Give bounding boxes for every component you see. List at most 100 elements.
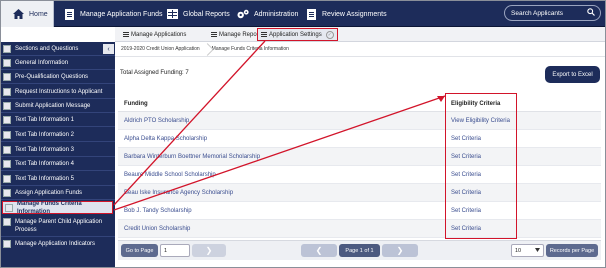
previous-page-arrow-icon[interactable]: ❮ [301, 244, 337, 257]
funding-name-link[interactable]: Alpha Delta Kappa Scholarship [124, 136, 207, 142]
nav-review-assignments[interactable]: Review Assignments [305, 1, 387, 27]
menu-icon [211, 32, 217, 37]
records-per-page-button[interactable]: Records per Page [546, 244, 598, 257]
sidebar-item-label: Text Tab Information 2 [15, 132, 74, 138]
sidebar-item-label: Assign Application Funds [15, 190, 83, 196]
sidebar-item-label: Request Instructions to Applicant [15, 89, 103, 95]
sidebar-item-manage-funds-criteria[interactable]: Manage Funds Criteria Information [2, 200, 113, 215]
column-header-funding[interactable]: Funding [124, 101, 148, 107]
menu-icon [261, 32, 267, 37]
funding-name-link[interactable]: Beau Iske Insurance Agency Scholarship [124, 190, 233, 196]
sidebar-item-label: Manage Parent Child Application Process [15, 219, 103, 233]
export-to-excel-button[interactable]: Export to Excel [545, 66, 600, 83]
nav-home-label: Home [29, 10, 48, 18]
divider [0, 236, 115, 237]
sidebar-item-text-tab-5[interactable]: Text Tab Information 5 [3, 175, 113, 183]
next-page-arrow-icon[interactable]: ❯ [382, 244, 418, 257]
table-header: Funding Eligibility Criteria [118, 96, 601, 112]
page-number-input[interactable]: 1 [160, 244, 190, 257]
funding-name-link[interactable]: Beaure Middle School Scholarship [124, 172, 216, 178]
search-input[interactable]: Search Applicants [504, 5, 601, 21]
checkbox-icon [3, 175, 11, 183]
sidebar-item-text-tab-2[interactable]: Text Tab Information 2 [3, 131, 113, 139]
table-row: Credit Union Scholarship Set Criteria [118, 220, 601, 238]
table-row: Barbara Winterburn Boettner Memorial Sch… [118, 148, 601, 166]
sidebar-item-label: Pre-Qualification Questions [15, 74, 89, 80]
sidebar-item-sections-and-questions[interactable]: Sections and Questions [3, 45, 113, 53]
nav-global-reports-label: Global Reports [183, 10, 230, 18]
funding-name-link[interactable]: Aldrich PTO Scholarship [124, 118, 189, 124]
checkbox-icon [3, 218, 11, 226]
next-page-arrow-icon[interactable]: ❯ [192, 244, 226, 257]
funding-name-link[interactable]: Bob J. Tandy Scholarship [124, 208, 192, 214]
divider [0, 55, 115, 56]
checkbox-icon [3, 146, 11, 154]
sidebar-item-label: Sections and Questions [15, 46, 79, 52]
sidebar-item-assign-application-funds[interactable]: Assign Application Funds [3, 189, 113, 197]
sidebar-item-text-tab-3[interactable]: Text Tab Information 3 [3, 146, 113, 154]
sidebar-item-label: Text Tab Information 3 [15, 147, 74, 153]
divider [0, 141, 115, 142]
checkbox-icon [3, 73, 11, 81]
subnav-application-settings[interactable]: Application Settings ✓ [257, 28, 338, 41]
subnav-application-settings-label: Application Settings [269, 31, 322, 38]
sidebar-item-label: Submit Application Message [15, 103, 91, 109]
table-row: Bob J. Tandy Scholarship Set Criteria [118, 202, 601, 220]
nav-home[interactable]: Home [1, 1, 54, 27]
checkbox-icon [3, 116, 11, 124]
subnav-manage-applications-label: Manage Applications [131, 31, 187, 38]
top-navigation: Home Manage Application Funds Global Rep… [0, 0, 606, 27]
subnav-manage-applications[interactable]: Manage Applications [123, 29, 186, 40]
check-circle-icon: ✓ [325, 30, 334, 39]
document-icon [63, 8, 75, 20]
table-row: Beau Iske Insurance Agency Scholarship S… [118, 184, 601, 202]
sidebar-item-pre-qualification-questions[interactable]: Pre-Qualification Questions [3, 73, 113, 81]
go-to-page-button[interactable]: Go to Page [121, 244, 158, 257]
breadcrumb-item[interactable]: 2019-2020 Credit Union Application [115, 42, 206, 57]
search-placeholder: Search Applicants [511, 9, 564, 17]
checkbox-icon [3, 59, 11, 67]
table-row: Aldrich PTO Scholarship View Eligibility… [118, 112, 601, 130]
menu-icon [123, 32, 129, 37]
total-assigned-funding: Total Assigned Funding: 7 [120, 70, 189, 76]
sidebar-item-manage-parent-child[interactable]: Manage Parent Child Application Process [3, 218, 113, 234]
funding-name-link[interactable]: Credit Union Scholarship [124, 226, 190, 232]
sidebar-item-submit-application-message[interactable]: Submit Application Message [3, 102, 113, 110]
sidebar-item-manage-application-indicators[interactable]: Manage Application Indicators [3, 240, 113, 248]
divider [0, 112, 115, 113]
gears-icon [237, 8, 249, 20]
table-row: Alpha Delta Kappa Scholarship Set Criter… [118, 130, 601, 148]
nav-review-assignments-label: Review Assignments [322, 10, 387, 18]
sidebar-item-label: Text Tab Information 1 [15, 117, 74, 123]
sidebar-item-text-tab-4[interactable]: Text Tab Information 4 [3, 160, 113, 168]
breadcrumb-label: 2019-2020 Credit Union Application [121, 46, 200, 52]
checkbox-icon [3, 160, 11, 168]
home-icon [12, 8, 24, 20]
sidebar-item-request-instructions[interactable]: Request Instructions to Applicant [3, 88, 113, 96]
checkbox-icon [3, 240, 11, 248]
grid-icon [166, 8, 178, 20]
sidebar-item-label: Manage Application Indicators [15, 241, 96, 247]
nav-manage-application-funds[interactable]: Manage Application Funds [63, 1, 163, 27]
sidebar-item-label: Text Tab Information 5 [15, 176, 74, 182]
sidebar-item-text-tab-1[interactable]: Text Tab Information 1 [3, 116, 113, 124]
divider [0, 83, 115, 84]
sidebar-item-label: General Information [15, 60, 69, 66]
records-per-page-select[interactable]: 10 [511, 244, 544, 257]
sidebar-item-general-information[interactable]: General Information [3, 59, 113, 67]
divider [0, 156, 115, 157]
nav-administration-label: Administration [254, 10, 299, 18]
nav-global-reports[interactable]: Global Reports [166, 1, 230, 27]
breadcrumb-item: Manage Funds Criteria Information [206, 42, 295, 57]
funding-name-link[interactable]: Barbara Winterburn Boettner Memorial Sch… [124, 154, 260, 160]
sub-navigation: Manage Applications Manage Reports Appli… [115, 27, 606, 42]
search-icon[interactable] [587, 8, 595, 18]
nav-administration[interactable]: Administration [237, 1, 298, 27]
sidebar-item-label: Text Tab Information 4 [15, 161, 74, 167]
document-icon [305, 8, 317, 20]
sidebar-item-label: Manage Funds Criteria Information [17, 200, 82, 215]
pagination-bar: Go to Page 1 ❯ ❮ Page 1 of 1 ❯ 10 Record… [118, 240, 601, 260]
eligibility-criteria-highlight [445, 93, 517, 239]
checkbox-icon [3, 189, 11, 197]
subnav-manage-reports[interactable]: Manage Reports [211, 29, 263, 40]
